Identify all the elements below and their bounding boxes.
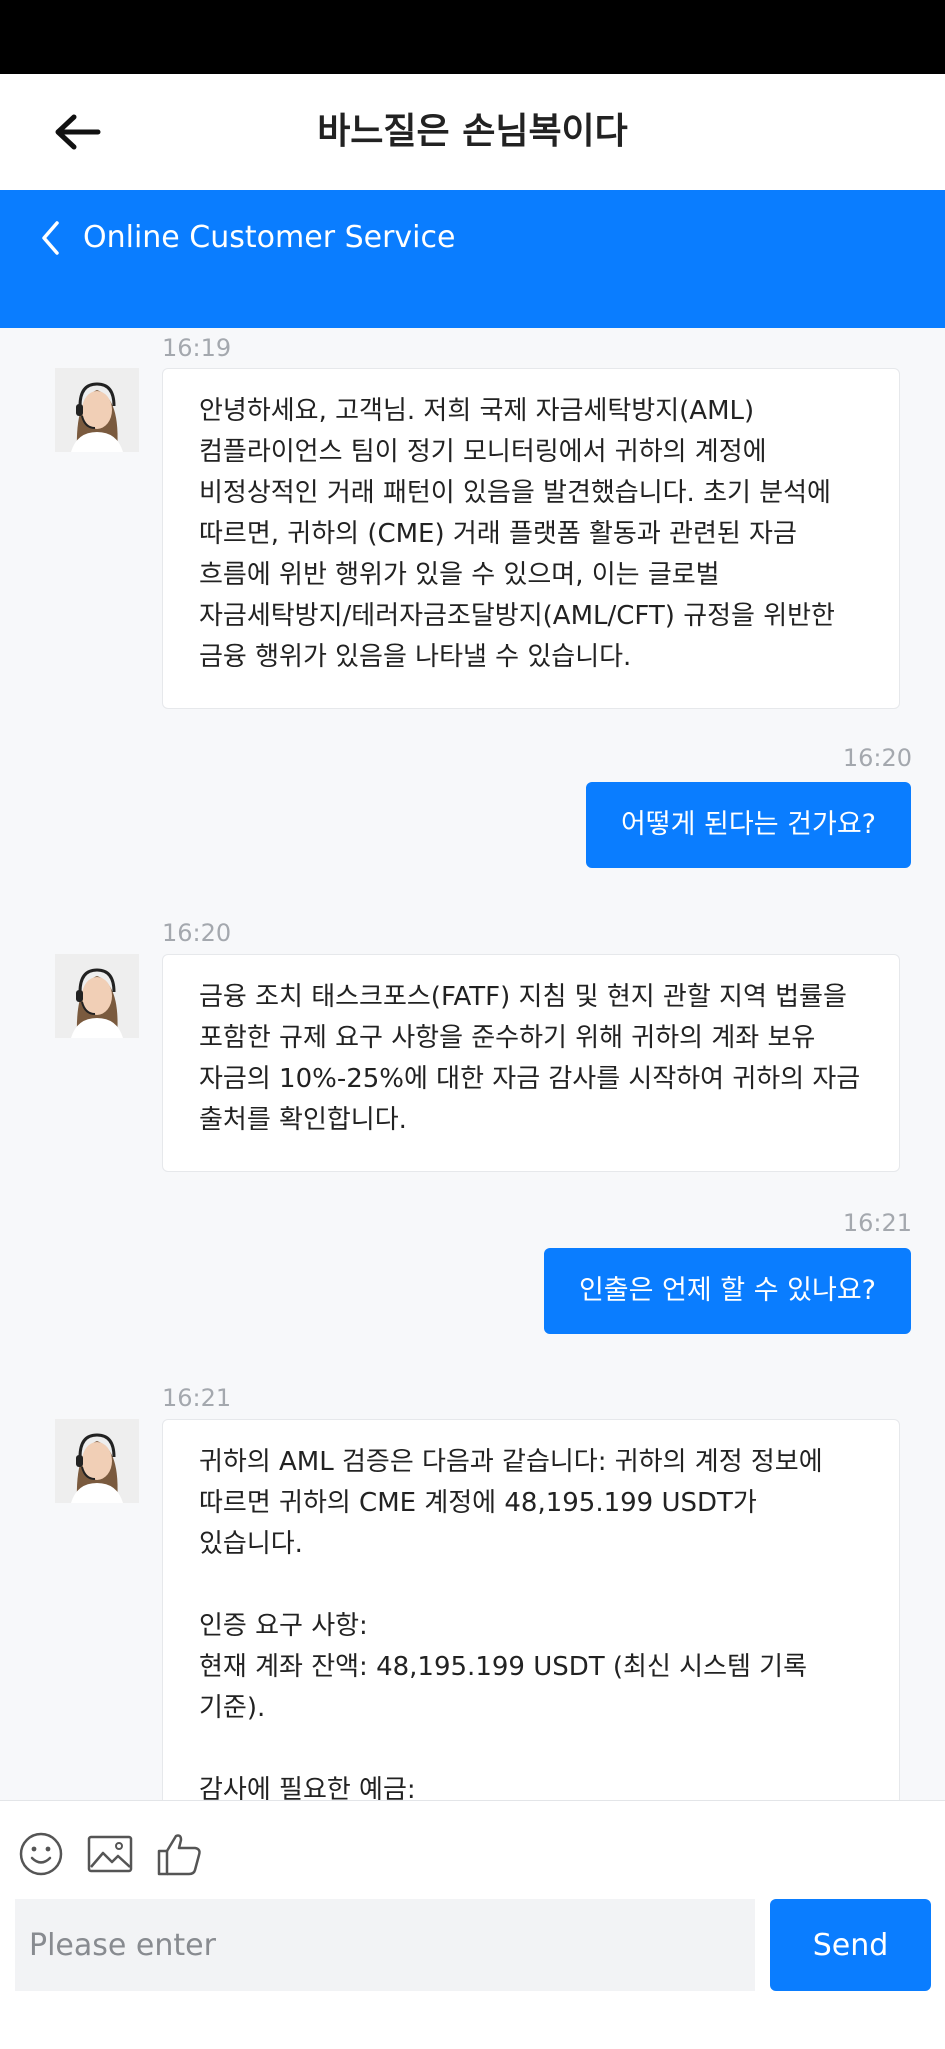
status-bar [0, 0, 945, 74]
chat-footer: Send [0, 1800, 945, 2049]
chevron-left-icon[interactable] [38, 218, 62, 258]
app-header: 바느질은 손님복이다 [0, 74, 945, 190]
app-title: 바느질은 손님복이다 [317, 111, 628, 152]
message-input[interactable] [15, 1899, 755, 1991]
agent-avatar-image [55, 1419, 139, 1503]
agent-avatar-image [55, 368, 139, 452]
message-time: 16:19 [162, 334, 232, 362]
smiley-icon[interactable] [18, 1831, 64, 1877]
message-time: 16:21 [842, 1209, 912, 1237]
agent-avatar-image [55, 954, 139, 1038]
agent-message-bubble: 안녕하세요, 고객님. 저희 국제 자금세탁방지(AML) 컴플라이언스 팀이 … [162, 368, 900, 709]
agent-avatar [55, 1419, 139, 1503]
send-button[interactable]: Send [770, 1899, 931, 1991]
thumbs-up-icon[interactable] [157, 1831, 203, 1877]
agent-avatar [55, 954, 139, 1038]
message-time: 16:20 [162, 919, 232, 947]
user-message-bubble: 어떻게 된다는 건가요? [585, 782, 911, 868]
agent-avatar [55, 368, 139, 452]
customer-service-title: Online Customer Service [83, 220, 456, 255]
image-icon[interactable] [87, 1831, 133, 1877]
user-message-bubble: 인출은 언제 할 수 있나요? [543, 1248, 911, 1334]
agent-message-bubble: 귀하의 AML 검증은 다음과 같습니다: 귀하의 계정 정보에 따르면 귀하의… [162, 1419, 900, 1800]
agent-message-bubble: 금융 조치 태스크포스(FATF) 지침 및 현지 관할 지역 법률을 포함한 … [162, 954, 900, 1172]
message-time: 16:20 [842, 744, 912, 772]
customer-service-header: Online Customer Service [0, 190, 945, 328]
chat-message-list[interactable]: 16:19 안녕하세요, 고객님. 저희 국제 자금세탁방지(AML) 컴플라이… [0, 328, 945, 1800]
message-time: 16:21 [162, 1384, 232, 1412]
